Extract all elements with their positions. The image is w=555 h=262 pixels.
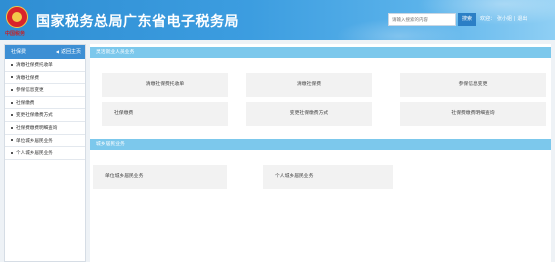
header: 中国税务 国家税务总局广东省电子税务局 搜索 欢迎：张小姐|退出 [0,0,555,40]
tile-payment[interactable]: 社保缴费 [102,102,228,126]
sidebar: 社保费 返回主页 清缴社保费托收单 清缴社保费 参保信息变更 社保缴费 变更社保… [4,44,86,262]
username[interactable]: 张小姐 [497,16,512,22]
bullet-icon [11,151,13,154]
back-to-home-button[interactable]: 返回主页 [56,45,81,59]
tile-change-payment-method[interactable]: 变更社保缴费方式 [246,102,372,126]
sidebar-item-payment-details[interactable]: 社保费缴费明细查询 [5,122,85,135]
sidebar-menu: 清缴社保费托收单 清缴社保费 参保信息变更 社保缴费 变更社保缴费方式 社保费缴… [5,59,85,160]
sidebar-item-change-payment-method[interactable]: 变更社保缴费方式 [5,109,85,122]
tile-personal-resident[interactable]: 个人城乡居民业务 [263,165,393,189]
bullet-icon [11,63,13,66]
sidebar-item-insurance-change[interactable]: 参保信息变更 [5,84,85,97]
welcome-label: 欢迎： [480,16,496,22]
sidebar-title: 社保费 [11,49,27,55]
logout-link[interactable]: 退出 [517,16,527,22]
sidebar-item-clear-fees[interactable]: 清缴社保费 [5,72,85,85]
bullet-icon [11,139,13,142]
section-title-resident: 城乡居民业务 [90,139,551,150]
sidebar-item-unit-resident[interactable]: 单位城乡居民业务 [5,135,85,148]
tile-clear-collection[interactable]: 清缴社保费托收单 [102,73,228,97]
user-info: 欢迎： 张小姐 | 退出 [480,15,529,22]
main-panel: 灵活就业人员业务 清缴社保费托收单 清缴社保费 参保信息变更 社保缴费 变更社保… [90,44,551,262]
sidebar-item-clear-collection[interactable]: 清缴社保费托收单 [5,59,85,72]
bullet-icon [11,88,13,91]
sidebar-item-personal-resident[interactable]: 个人城乡居民业务 [5,147,85,160]
search-button[interactable]: 搜索 [458,13,476,26]
tax-emblem-icon [6,6,28,28]
tile-unit-resident[interactable]: 单位城乡居民业务 [93,165,227,189]
sidebar-header: 社保费 返回主页 [5,45,85,59]
search-input[interactable] [388,13,456,26]
tile-insurance-change[interactable]: 参保信息变更 [400,73,546,97]
bullet-icon [11,101,13,104]
bullet-icon [11,76,13,79]
section-title-flexible: 灵活就业人员业务 [90,47,551,58]
separator: | [514,16,516,22]
tile-clear-fees[interactable]: 清缴社保费 [246,73,372,97]
sidebar-item-payment[interactable]: 社保缴费 [5,97,85,110]
bullet-icon [11,126,13,129]
emblem-caption: 中国税务 [5,31,26,37]
site-title: 国家税务总局广东省电子税务局 [36,13,239,29]
tile-payment-details[interactable]: 社保费缴费明细查询 [400,102,546,126]
bullet-icon [11,114,13,117]
